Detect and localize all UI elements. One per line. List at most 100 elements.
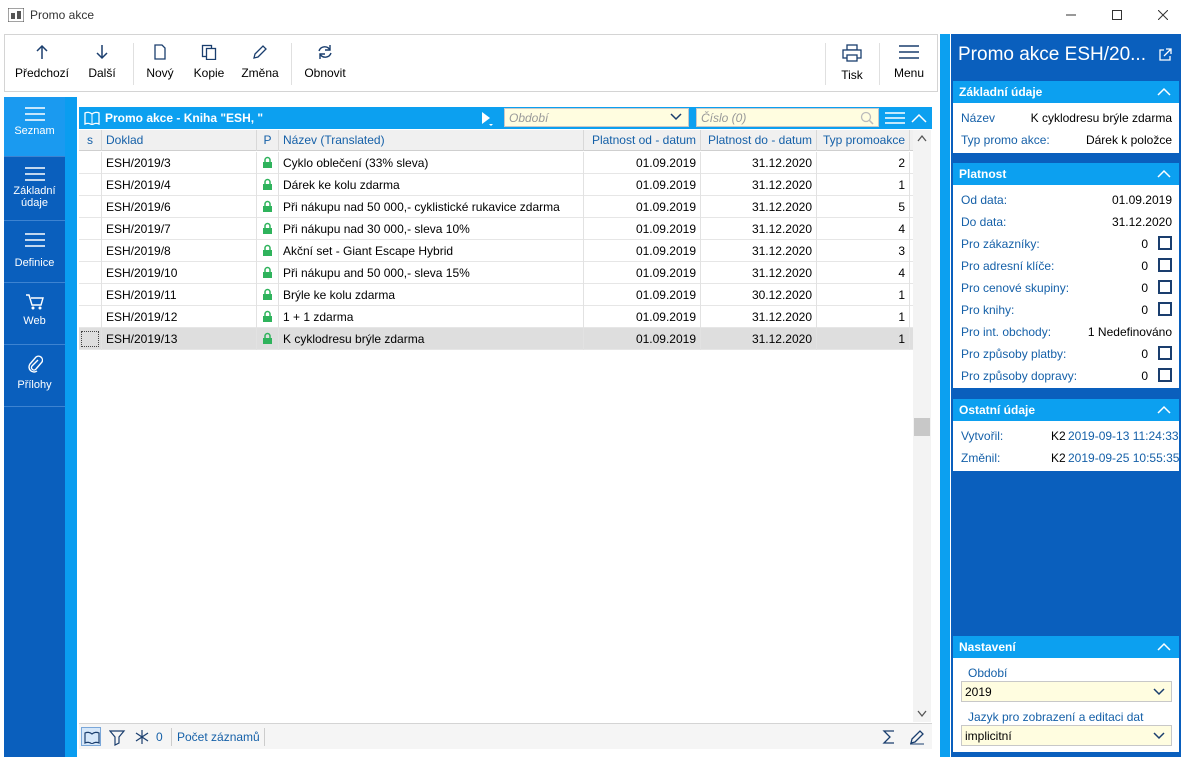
validity-payment-checkbox[interactable] [1158, 346, 1172, 360]
nav-item-definition[interactable]: Definice [4, 221, 65, 283]
chevron-up-icon[interactable] [1157, 87, 1171, 96]
refresh-label: Obnovit [304, 66, 346, 80]
panel-splitter[interactable] [940, 34, 950, 757]
column-header-p[interactable]: P [257, 130, 279, 151]
menu-button[interactable]: Menu [885, 35, 933, 91]
row-selector[interactable] [79, 174, 102, 196]
filter-icon[interactable] [109, 730, 127, 746]
table-row[interactable]: ESH/2019/10 Při nákupu and 50 000,- sleva… [79, 262, 913, 284]
nav-item-list[interactable]: Seznam [4, 97, 65, 157]
cell-doc: ESH/2019/12 [102, 306, 257, 328]
row-selector[interactable] [79, 328, 102, 350]
validity-customers-checkbox[interactable] [1158, 236, 1172, 250]
cell-type: 1 [817, 284, 910, 306]
nav-item-web[interactable]: Web [4, 283, 65, 345]
close-button[interactable] [1140, 0, 1186, 30]
refresh-button[interactable]: Obnovit [297, 35, 353, 91]
chevron-up-icon[interactable] [1157, 642, 1171, 651]
list-icon [24, 233, 45, 247]
collapse-icon[interactable] [911, 113, 927, 123]
snowflake-icon[interactable] [135, 729, 149, 745]
period-filter[interactable]: Období [504, 108, 689, 127]
cell-valid-from: 01.09.2019 [584, 152, 701, 174]
edit-icon[interactable] [909, 729, 925, 745]
section-header-basic[interactable]: Základní údaje [953, 81, 1179, 103]
maximize-button[interactable] [1094, 0, 1140, 30]
settings-language-select[interactable]: implicitní [961, 725, 1172, 746]
new-button[interactable]: Nový [139, 35, 181, 91]
cart-icon [25, 294, 44, 310]
validity-from-label: Od data: [961, 193, 1008, 207]
table-row[interactable]: ESH/2019/3 Cyklo oblečení (33% sleva) 01.0… [79, 152, 913, 174]
scroll-up-icon[interactable] [917, 134, 927, 142]
minimize-button[interactable] [1048, 0, 1094, 30]
changed-date[interactable]: 2019-09-25 10:55:35 [1068, 451, 1179, 465]
copy-button[interactable]: Kopie [187, 35, 231, 91]
validity-address-checkbox[interactable] [1158, 258, 1172, 272]
column-header-type[interactable]: Typ promoakce [817, 130, 910, 151]
chevron-up-icon[interactable] [1157, 169, 1171, 178]
table-row[interactable]: ESH/2019/8 Akční set - Giant Escape Hybri… [79, 240, 913, 262]
list-icon [24, 107, 45, 121]
row-selector[interactable] [79, 306, 102, 328]
toolbar: Předchozí Další Nový Kopie Změna Obnovit… [4, 34, 938, 92]
section-header-validity[interactable]: Platnost [953, 163, 1179, 185]
promo-type-label: Typ promo akce: [961, 133, 1050, 147]
table-row[interactable]: ESH/2019/6 Při nákupu nad 50 000,- cyklis… [79, 196, 913, 218]
popout-icon[interactable] [1158, 48, 1172, 62]
validity-to-value: 31.12.2020 [1111, 215, 1172, 229]
table-row[interactable]: ESH/2019/13 K cyklodresu brýle zdarma 01.0… [79, 328, 913, 350]
print-button[interactable]: Tisk [831, 35, 873, 91]
table-row[interactable]: ESH/2019/7 Při nákupu nad 30 000,- sleva … [79, 218, 913, 240]
dropdown-icon [1153, 732, 1165, 740]
table-row[interactable]: ESH/2019/11 Brýle ke kolu zdarma 01.09.201… [79, 284, 913, 306]
column-header-valid-from[interactable]: Platnost od - datum [584, 130, 701, 151]
nav-web-label: Web [23, 315, 46, 327]
cell-doc: ESH/2019/4 [102, 174, 257, 196]
book-view-button[interactable] [81, 727, 101, 746]
nav-item-basic[interactable]: Základní údaje [4, 157, 65, 221]
row-selector[interactable] [79, 218, 102, 240]
scrollbar-thumb[interactable] [914, 418, 930, 436]
previous-button[interactable]: Předchozí [11, 35, 73, 91]
book-icon [84, 731, 100, 744]
section-header-other[interactable]: Ostatní údaje [953, 399, 1179, 421]
row-selector[interactable] [79, 262, 102, 284]
lock-icon [257, 218, 279, 240]
vertical-scrollbar[interactable] [913, 130, 931, 722]
table-row[interactable]: ESH/2019/4 Dárek ke kolu zdarma 01.09.2019… [79, 174, 913, 196]
row-selector[interactable] [79, 240, 102, 262]
section-header-settings[interactable]: Nastavení [953, 636, 1179, 658]
settings-period-select[interactable]: 2019 [961, 681, 1172, 702]
refresh-icon [318, 45, 332, 59]
number-filter[interactable]: Číslo (0) [696, 108, 879, 127]
scroll-down-icon[interactable] [917, 710, 927, 718]
validity-delivery-checkbox[interactable] [1158, 368, 1172, 382]
name-value: K cyklodresu brýle zdarma [1030, 111, 1172, 125]
nav-item-attachments[interactable]: Přílohy [4, 345, 65, 407]
row-selector[interactable] [79, 284, 102, 306]
changed-user: K2 [1051, 451, 1066, 465]
created-date[interactable]: 2019-09-13 11:24:33 [1068, 429, 1179, 443]
sum-icon[interactable] [882, 729, 896, 745]
maximize-icon [1112, 10, 1122, 20]
change-button[interactable]: Změna [235, 35, 285, 91]
cell-valid-from: 01.09.2019 [584, 262, 701, 284]
grid-menu-icon[interactable] [885, 111, 905, 125]
row-selector[interactable] [79, 152, 102, 174]
section-validity-title: Platnost [959, 167, 1007, 181]
next-button[interactable]: Další [77, 35, 127, 91]
table-row[interactable]: ESH/2019/12 1 + 1 zdarma 01.09.2019 31.12.2… [79, 306, 913, 328]
validity-books-checkbox[interactable] [1158, 302, 1172, 316]
chevron-up-icon[interactable] [1157, 405, 1171, 414]
cell-type: 2 [817, 152, 910, 174]
column-header-s[interactable]: s [79, 130, 102, 151]
row-selector[interactable] [79, 196, 102, 218]
column-header-doc[interactable]: Doklad [102, 130, 257, 151]
play-dropdown-icon[interactable] [480, 111, 494, 127]
record-count-label[interactable]: Počet záznamů [177, 730, 260, 744]
search-icon[interactable] [860, 111, 874, 125]
validity-price-checkbox[interactable] [1158, 280, 1172, 294]
column-header-name[interactable]: Název (Translated) [279, 130, 584, 151]
column-header-valid-to[interactable]: Platnost do - datum [701, 130, 817, 151]
